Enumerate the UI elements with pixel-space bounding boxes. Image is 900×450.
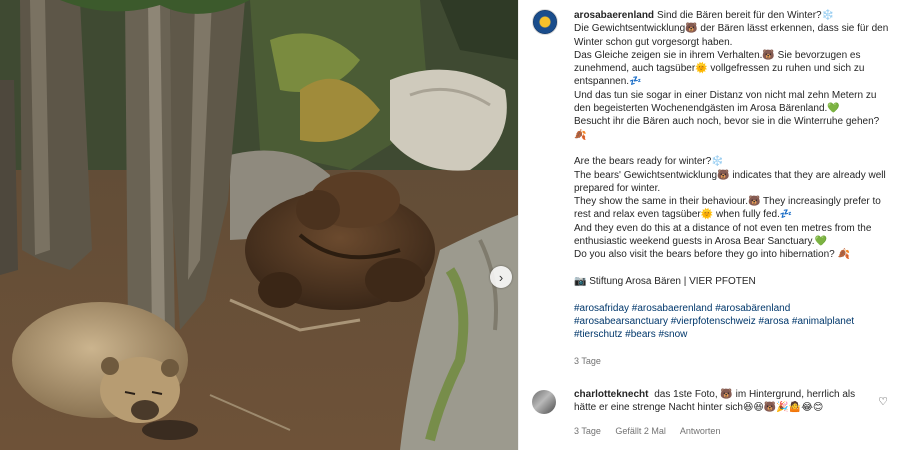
heart-icon[interactable]: ♡ bbox=[878, 395, 888, 408]
avatar[interactable] bbox=[532, 390, 556, 414]
divider bbox=[518, 0, 519, 450]
post-viewer: › arosabaerenland Sind die Bären bereit f… bbox=[0, 0, 900, 450]
caption-signature: 📷 Stiftung Arosa Bären | VIER PFOTEN bbox=[574, 275, 756, 287]
comment-likes[interactable]: Gefällt 2 Mal bbox=[615, 426, 666, 436]
post-username[interactable]: arosabaerenland bbox=[574, 10, 654, 21]
chevron-right-icon[interactable]: › bbox=[490, 266, 512, 288]
post-details-panel: arosabaerenland Sind die Bären bereit für… bbox=[518, 0, 900, 450]
caption-text-de-2: Und das tun sie sogar in einer Distanz v… bbox=[574, 89, 880, 141]
comment-time: 3 Tage bbox=[574, 426, 601, 436]
avatar[interactable] bbox=[532, 9, 558, 35]
post-time: 3 Tage bbox=[574, 355, 601, 366]
comment-username[interactable]: charlotteknecht bbox=[574, 389, 648, 400]
comment-meta: 3 Tage Gefällt 2 Mal Antworten bbox=[574, 426, 732, 436]
hashtags[interactable]: #arosafriday #arosabaerenland #arosabäre… bbox=[574, 303, 854, 341]
caption-text-de-1: Sind die Bären bereit für den Winter?❄️ … bbox=[574, 10, 889, 88]
comment-text-block: charlotteknecht das 1ste Foto, 🐻 im Hint… bbox=[574, 388, 870, 414]
post-image: › bbox=[0, 0, 518, 450]
post-caption: arosabaerenland Sind die Bären bereit für… bbox=[574, 9, 892, 368]
caption-text-en: Are the bears ready for winter?❄️ The be… bbox=[574, 156, 886, 261]
reply-button[interactable]: Antworten bbox=[680, 426, 721, 436]
bear-photo bbox=[0, 0, 518, 450]
